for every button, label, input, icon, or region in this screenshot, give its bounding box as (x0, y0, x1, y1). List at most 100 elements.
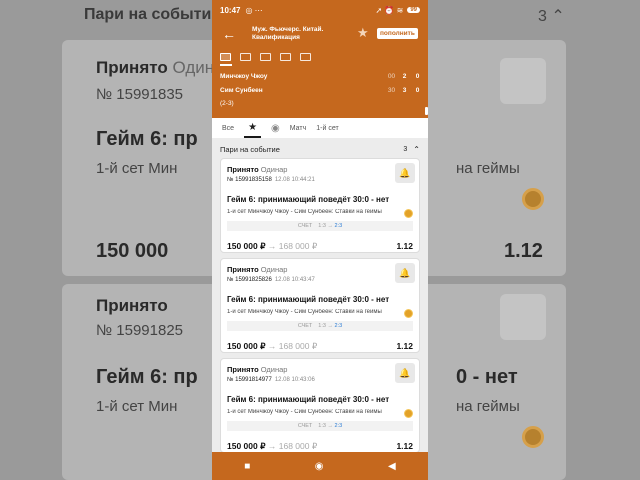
bg-coin-icon-2 (522, 426, 544, 448)
bg-count: 3 ⌃ (538, 8, 565, 25)
bet-status: Принято Одинар (227, 165, 288, 174)
player2-name: Сим Сунбеен (220, 87, 263, 94)
status-time: 10:47 (220, 5, 241, 15)
info-icon[interactable] (300, 53, 311, 61)
scoreboard-icon[interactable] (220, 53, 231, 61)
bet-market: Гейм 6: принимающий поведёт 30:0 - нет (227, 295, 390, 304)
bg-status-2: Принято (96, 296, 168, 315)
bet-score: СЧЕТ 1:3 → 2:3 (227, 321, 413, 331)
section-title: Пари на событие (220, 144, 280, 154)
bets-section-header[interactable]: Пари на событие 3 ⌃ (212, 138, 428, 160)
serve-indicator (425, 107, 428, 115)
bet-datetime: 12.08 10:44:21 (274, 177, 315, 183)
bet-coef: 1.12 (396, 341, 413, 351)
bet-score: СЧЕТ 1:3 → 2:3 (227, 221, 413, 231)
bg-market-right: 0 - нет (456, 366, 518, 388)
android-nav-bar: ■ ◉ ◀ (212, 452, 428, 480)
bg-market: Гейм 6: пр (96, 128, 198, 150)
bg-coin-icon (522, 188, 544, 210)
bet-status: Принято Одинар (227, 365, 288, 374)
tab-all[interactable]: Все (222, 118, 234, 138)
bet-market: Гейм 6: принимающий поведёт 30:0 - нет (227, 395, 390, 404)
bet-coef: 1.12 (396, 241, 413, 251)
bet-card[interactable]: Принято Одинар № 15991814977 12.08 10:43:… (220, 358, 420, 453)
favorite-star-icon[interactable]: ★ (357, 25, 369, 41)
bg-event-right-2: на геймы (456, 398, 520, 415)
bet-card[interactable]: Принято Одинар № 15991825826 12.08 10:43:… (220, 258, 420, 353)
set-score: (2-3) (220, 100, 234, 107)
bet-id: № 15991825826 12.08 10:43:47 (227, 277, 315, 283)
status-icons: ➚ ⏰ ≋ (375, 5, 404, 15)
bell-icon[interactable]: 🔔 (395, 363, 415, 383)
player1-game-points: 00 (387, 73, 396, 80)
battery-icon: 99 (407, 7, 420, 13)
bg-coef: 1.12 (504, 240, 543, 262)
market-tabs: Все ★ ◉ Матч 1-й сет (212, 118, 428, 138)
page-title: Муж. Фьючерс. Китай. Квалификация (252, 26, 324, 41)
bet-win: 168 000 ₽ (278, 441, 318, 451)
match-header: ← Муж. Фьючерс. Китай. Квалификация ★ по… (212, 20, 428, 118)
status-right: ➚ ⏰ ≋ 99 (375, 5, 420, 15)
bet-card[interactable]: Принято Одинар № 15991835158 12.08 10:44:… (220, 158, 420, 253)
bet-stake: 150 000 ₽ → 168 000 ₽ (227, 441, 318, 451)
timeline-icon[interactable] (280, 53, 291, 61)
home-icon[interactable]: ◉ (315, 461, 324, 472)
player2-set-games: 3 (402, 87, 407, 94)
bg-section-title: Пари на событие (84, 6, 221, 23)
bet-stake: 150 000 ₽ → 168 000 ₽ (227, 241, 318, 251)
status-notify-icons: ◎ ⋯ (245, 5, 263, 15)
tab-favorites[interactable]: ★ (244, 118, 262, 138)
bet-datetime: 12.08 10:43:47 (274, 277, 315, 283)
stats-tabs (220, 53, 311, 61)
bet-id: № 15991835158 12.08 10:44:21 (227, 177, 315, 183)
bg-event-2: 1-й сет Мин (96, 398, 178, 415)
player2-row: Сим Сунбеен 30 3 0 (220, 87, 424, 94)
coin-icon (404, 409, 413, 418)
bg-id-2: № 15991825 (96, 322, 183, 339)
bell-icon[interactable]: 🔔 (395, 163, 415, 183)
recents-icon[interactable]: ■ (244, 461, 250, 472)
bg-event-right: на геймы (456, 160, 520, 177)
stats-icon[interactable] (260, 53, 271, 61)
coin-icon (404, 209, 413, 218)
bell-icon[interactable]: 🔔 (395, 263, 415, 283)
player1-name: Минчжоу Чжоу (220, 73, 268, 80)
bet-type: Одинар (260, 365, 288, 374)
player2-game-points: 30 (387, 87, 396, 94)
bg-bell-icon (500, 58, 546, 104)
player2-sets: 0 (415, 87, 420, 94)
coin-icon (404, 309, 413, 318)
bet-datetime: 12.08 10:43:06 (274, 377, 315, 383)
player1-set-games: 2 (402, 73, 407, 80)
bet-status: Принято Одинар (227, 265, 288, 274)
tab-live[interactable]: ◉ (271, 118, 280, 138)
court-icon[interactable] (240, 53, 251, 61)
stats-tab-indicator (220, 64, 232, 66)
bg-stake: 150 000 (96, 240, 169, 262)
bet-coef: 1.12 (396, 441, 413, 451)
bet-stake: 150 000 ₽ → 168 000 ₽ (227, 341, 318, 351)
bet-event: 1-й сет Минчжоу Чжоу - Сим Сунбеен: Став… (227, 209, 382, 215)
player1-sets: 0 (415, 73, 420, 80)
bet-event: 1-й сет Минчжоу Чжоу - Сим Сунбеен: Став… (227, 409, 382, 415)
bg-bell-icon-2 (500, 294, 546, 340)
bet-score: СЧЕТ 1:3 → 2:3 (227, 421, 413, 431)
bet-type: Одинар (260, 165, 288, 174)
bet-win: 168 000 ₽ (278, 241, 318, 251)
back-arrow-icon[interactable]: ← (222, 26, 236, 42)
bg-id: № 15991835 (96, 86, 183, 103)
clock-icon: ◉ (271, 122, 280, 134)
chevron-up-icon[interactable]: ⌃ (413, 145, 420, 154)
bg-event: 1-й сет Мин (96, 160, 178, 177)
bet-id: № 15991814977 12.08 10:43:06 (227, 377, 315, 383)
tab-match[interactable]: Матч (290, 118, 307, 138)
bet-event: 1-й сет Минчжоу Чжоу - Сим Сунбеен: Став… (227, 309, 382, 315)
bets-count: 3 (403, 145, 408, 153)
topup-button[interactable]: пополнить (377, 28, 418, 39)
bet-type: Одинар (260, 265, 288, 274)
tab-set1[interactable]: 1-й сет (316, 118, 338, 138)
player1-row: Минчжоу Чжоу 00 2 0 (220, 73, 424, 80)
bet-market: Гейм 6: принимающий поведёт 30:0 - нет (227, 195, 390, 204)
bg-market-2: Гейм 6: пр (96, 366, 198, 388)
back-icon[interactable]: ◀ (388, 461, 396, 472)
